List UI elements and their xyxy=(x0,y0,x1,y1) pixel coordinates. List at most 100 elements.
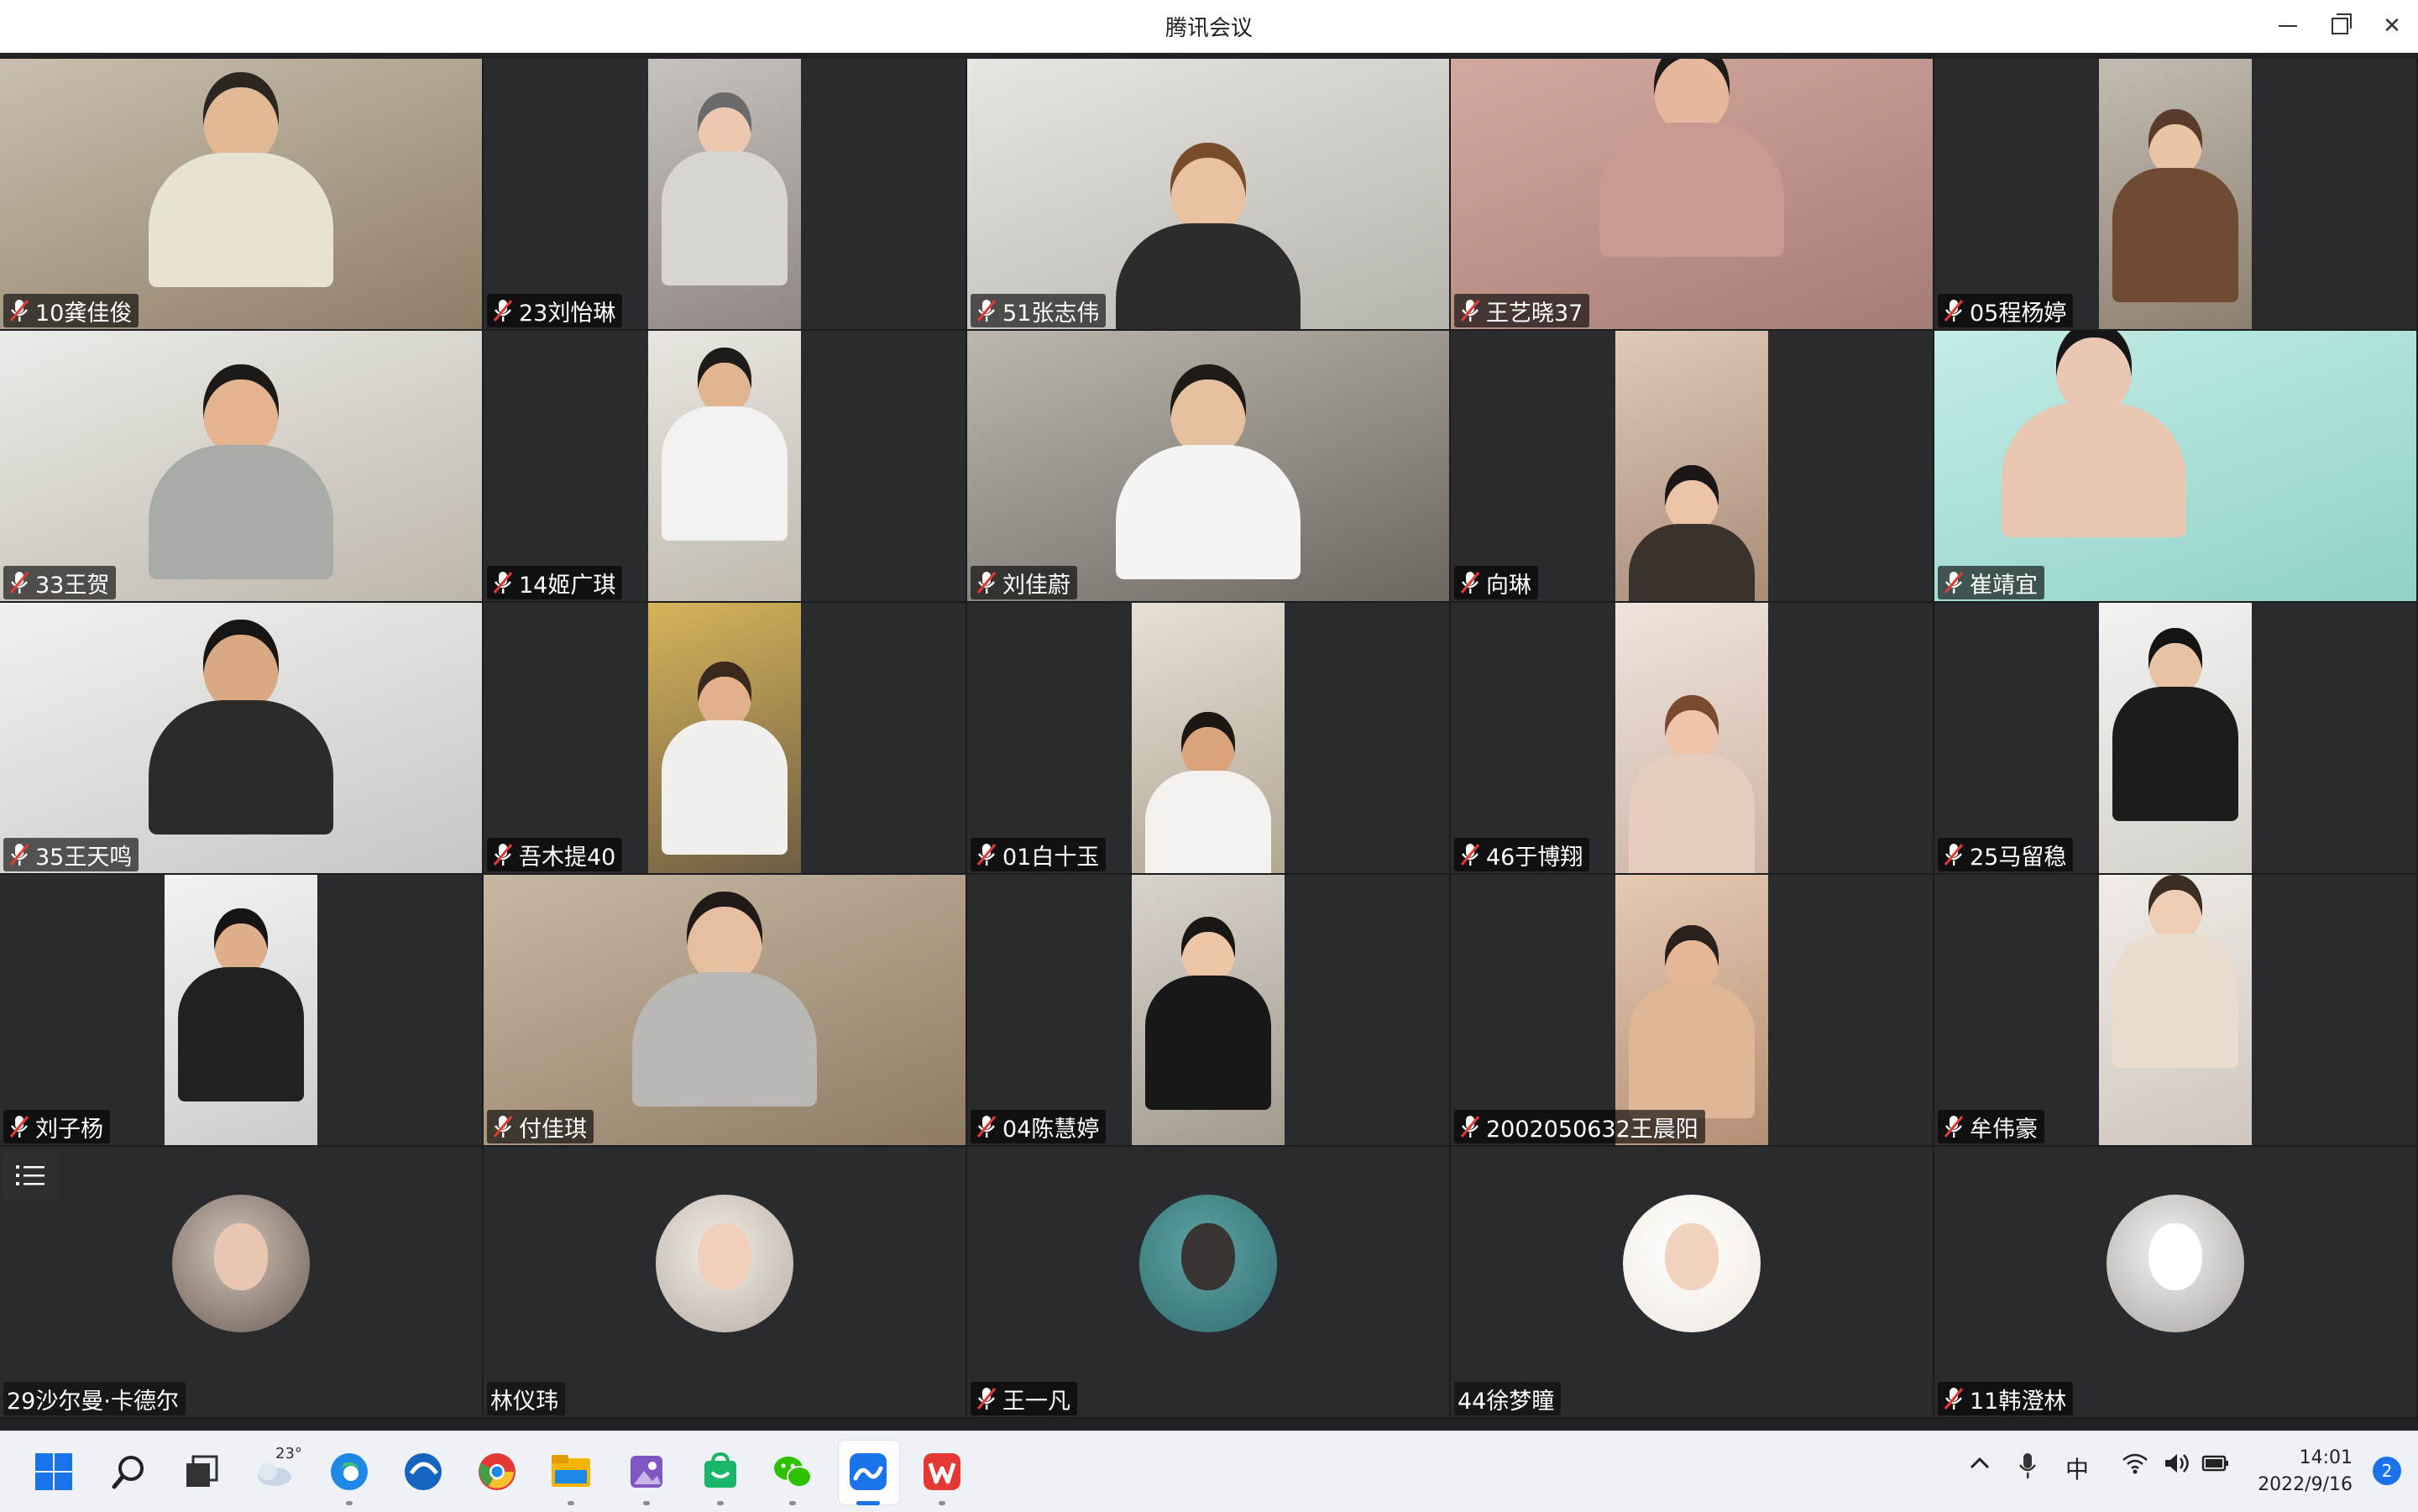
muted-mic-icon xyxy=(9,1116,29,1138)
person-silhouette xyxy=(115,620,367,873)
participant-tile[interactable]: 33王贺 xyxy=(0,331,482,601)
participant-tile[interactable]: 11韩澄林 xyxy=(1934,1147,2416,1417)
participant-name-tag: 向琳 xyxy=(1454,566,1538,599)
participant-tile[interactable]: 2002050632王晨阳 xyxy=(1451,875,1933,1145)
participant-tile[interactable]: 王艺晓37 xyxy=(1451,59,1933,329)
taskbar-app-tencent-meeting[interactable] xyxy=(846,1450,890,1505)
running-indicator xyxy=(717,1501,724,1505)
participant-tile[interactable]: 14姬广琪 xyxy=(484,331,966,601)
taskbar-app-store[interactable] xyxy=(699,1450,742,1505)
participant-list-button[interactable] xyxy=(2,1150,59,1201)
restore-button[interactable] xyxy=(2314,0,2366,52)
participant-name-tag: 29沙尔曼·卡德尔 xyxy=(3,1382,186,1415)
participant-tile[interactable]: 吾木提40 xyxy=(484,603,966,873)
wifi-icon[interactable] xyxy=(2121,1452,2149,1481)
battery-icon[interactable] xyxy=(2201,1452,2230,1481)
participant-name-tag: 林仪玮 xyxy=(487,1382,565,1415)
muted-mic-icon xyxy=(1460,844,1480,866)
participant-name-tag: 付佳琪 xyxy=(487,1110,594,1143)
volume-icon[interactable] xyxy=(2163,1452,2191,1481)
participant-name-tag: 刘佳蔚 xyxy=(971,566,1077,599)
participant-name: 刘子杨 xyxy=(35,1116,103,1143)
participant-tile[interactable]: 向琳 xyxy=(1451,331,1933,601)
participant-name: 林仪玮 xyxy=(490,1388,558,1415)
participant-tile[interactable]: 付佳琪 xyxy=(484,875,966,1145)
clock-time: 14:01 xyxy=(2299,1447,2353,1468)
person-silhouette xyxy=(1616,465,1767,601)
microphone-icon[interactable] xyxy=(2017,1452,2039,1486)
participant-tile[interactable]: 10龚佳俊 xyxy=(0,59,482,329)
person-silhouette xyxy=(607,892,842,1145)
video-feed xyxy=(0,59,482,329)
taskbar-app-file-explorer[interactable] xyxy=(549,1450,593,1505)
video-feed xyxy=(967,331,1449,601)
participant-tile[interactable]: 23刘怡琳 xyxy=(484,59,966,329)
participant-tile[interactable]: 01白十玉 xyxy=(967,603,1449,873)
participant-tile[interactable]: 刘子杨 xyxy=(0,875,482,1145)
taskbar-app-chrome[interactable] xyxy=(475,1450,519,1494)
close-button[interactable]: ✕ xyxy=(2366,0,2418,52)
notification-count-badge[interactable]: 2 xyxy=(2373,1457,2401,1485)
participant-tile[interactable]: 46于博翔 xyxy=(1451,603,1933,873)
start-button[interactable] xyxy=(32,1450,76,1494)
participant-name-tag: 14姬广琪 xyxy=(487,566,623,599)
participant-tile[interactable]: 崔靖宜 xyxy=(1934,331,2416,601)
search-button[interactable] xyxy=(107,1450,151,1494)
windows-taskbar: 23° 中 14:01 2022/9/16 2 xyxy=(0,1431,2418,1512)
taskbar-app-edge-alt[interactable] xyxy=(401,1450,445,1494)
task-view-icon xyxy=(186,1455,218,1487)
taskbar-app-photos[interactable] xyxy=(625,1450,668,1505)
system-clock[interactable]: 14:01 2022/9/16 xyxy=(2258,1445,2353,1499)
person-silhouette xyxy=(1583,59,1801,327)
participant-tile[interactable]: 51张志伟 xyxy=(967,59,1449,329)
running-indicator xyxy=(643,1501,650,1505)
participant-grid: 10龚佳俊 23刘怡琳 51张志伟 王艺晓37 05程杨婷 33王贺 14姬广琪… xyxy=(0,59,2418,1419)
muted-mic-icon xyxy=(9,572,29,594)
participant-tile[interactable]: 35王天鸣 xyxy=(0,603,482,873)
minimize-button[interactable] xyxy=(2262,0,2314,52)
participant-name-tag: 35王天鸣 xyxy=(3,838,139,871)
weather-widget[interactable]: 23° xyxy=(252,1445,302,1494)
photos-icon xyxy=(631,1456,662,1488)
taskbar-app-edge[interactable] xyxy=(327,1450,371,1505)
participant-name: 33王贺 xyxy=(35,572,110,599)
participant-tile[interactable]: 44徐梦瞳 xyxy=(1451,1147,1933,1417)
muted-mic-icon xyxy=(1460,300,1480,322)
video-feed xyxy=(2099,603,2252,873)
participant-tile[interactable]: 04陈慧婷 xyxy=(967,875,1449,1145)
participant-tile[interactable]: 25马留稳 xyxy=(1934,603,2416,873)
participant-tile[interactable]: 林仪玮 xyxy=(484,1147,966,1417)
participant-name-tag: 46于博翔 xyxy=(1454,838,1590,871)
participant-name-tag: 牟伟豪 xyxy=(1938,1110,2044,1143)
taskbar-app-wechat[interactable] xyxy=(771,1450,814,1505)
show-hidden-icons-chevron-icon[interactable] xyxy=(1968,1452,1991,1481)
muted-mic-icon xyxy=(493,300,513,322)
participant-tile[interactable]: 牟伟豪 xyxy=(1934,875,2416,1145)
participant-name: 王艺晓37 xyxy=(1486,300,1583,327)
participant-avatar xyxy=(1139,1195,1277,1332)
running-indicator xyxy=(789,1501,796,1505)
muted-mic-icon xyxy=(493,844,513,866)
input-method-indicator[interactable]: 中 xyxy=(2065,1452,2089,1485)
close-icon: ✕ xyxy=(2383,13,2401,39)
participant-name-tag: 王一凡 xyxy=(971,1382,1077,1415)
participant-name-tag: 11韩澄林 xyxy=(1938,1382,2074,1415)
participant-name: 23刘怡琳 xyxy=(519,300,616,327)
participant-name: 吾木提40 xyxy=(519,844,616,871)
participant-tile[interactable]: 王一凡 xyxy=(967,1147,1449,1417)
participant-name-tag: 王艺晓37 xyxy=(1454,294,1590,327)
muted-mic-icon xyxy=(976,844,997,866)
taskbar-app-wps[interactable] xyxy=(920,1450,964,1505)
muted-mic-icon xyxy=(9,844,29,866)
task-view-button[interactable] xyxy=(180,1450,223,1494)
store-icon xyxy=(704,1452,736,1488)
person-silhouette xyxy=(1091,364,1326,601)
participant-tile[interactable]: 05程杨婷 xyxy=(1934,59,2416,329)
muted-mic-icon xyxy=(1944,300,1964,322)
participant-tile[interactable]: 29沙尔曼·卡德尔 xyxy=(0,1147,482,1417)
participant-name: 崔靖宜 xyxy=(1970,572,2038,599)
participant-name-tag: 10龚佳俊 xyxy=(3,294,139,327)
list-icon xyxy=(16,1165,44,1185)
video-feed xyxy=(967,59,1449,329)
participant-tile[interactable]: 刘佳蔚 xyxy=(967,331,1449,601)
